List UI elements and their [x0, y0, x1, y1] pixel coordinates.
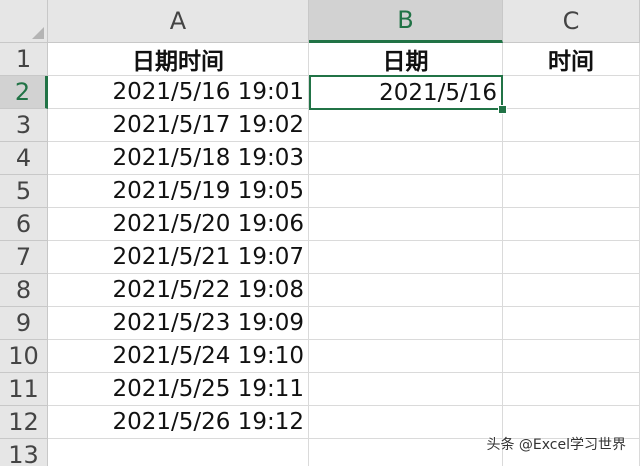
- cell-c4[interactable]: [503, 142, 640, 175]
- row-header-5[interactable]: 5: [0, 175, 48, 208]
- cell-c11[interactable]: [503, 373, 640, 406]
- cell-c2[interactable]: [503, 76, 640, 109]
- cell-c1[interactable]: 时间: [503, 43, 640, 76]
- row-header-13[interactable]: 13: [0, 439, 48, 466]
- row-header-3[interactable]: 3: [0, 109, 48, 142]
- cell-a5[interactable]: 2021/5/19 19:05: [48, 175, 309, 208]
- select-all-corner[interactable]: [0, 0, 48, 43]
- cell-b7[interactable]: [309, 241, 503, 274]
- cell-c6[interactable]: [503, 208, 640, 241]
- cell-c9[interactable]: [503, 307, 640, 340]
- row-header-9[interactable]: 9: [0, 307, 48, 340]
- cell-a13[interactable]: [48, 439, 309, 466]
- cell-a10[interactable]: 2021/5/24 19:10: [48, 340, 309, 373]
- cell-b4[interactable]: [309, 142, 503, 175]
- cell-a3[interactable]: 2021/5/17 19:02: [48, 109, 309, 142]
- row-header-4[interactable]: 4: [0, 142, 48, 175]
- cell-b1[interactable]: 日期: [309, 43, 503, 76]
- cell-c7[interactable]: [503, 241, 640, 274]
- row-header-1[interactable]: 1: [0, 43, 48, 76]
- select-all-triangle-icon: [32, 27, 44, 39]
- cell-a8[interactable]: 2021/5/22 19:08: [48, 274, 309, 307]
- spreadsheet-grid: A B C 1 2 3 4 5 6 7 8 9 10 11 12 13 日期时间…: [0, 0, 640, 466]
- column-header-a[interactable]: A: [48, 0, 309, 43]
- cell-c5[interactable]: [503, 175, 640, 208]
- cell-a7[interactable]: 2021/5/21 19:07: [48, 241, 309, 274]
- cell-a1[interactable]: 日期时间: [48, 43, 309, 76]
- row-header-6[interactable]: 6: [0, 208, 48, 241]
- column-header-b[interactable]: B: [309, 0, 503, 43]
- cell-b11[interactable]: [309, 373, 503, 406]
- row-header-12[interactable]: 12: [0, 406, 48, 439]
- column-header-c[interactable]: C: [503, 0, 640, 43]
- row-header-7[interactable]: 7: [0, 241, 48, 274]
- cell-b5[interactable]: [309, 175, 503, 208]
- cell-a12[interactable]: 2021/5/26 19:12: [48, 406, 309, 439]
- cell-c3[interactable]: [503, 109, 640, 142]
- cell-a2[interactable]: 2021/5/16 19:01: [48, 76, 309, 109]
- fill-handle[interactable]: [498, 105, 507, 114]
- cell-a4[interactable]: 2021/5/18 19:03: [48, 142, 309, 175]
- row-header-2[interactable]: 2: [0, 76, 48, 109]
- cell-b12[interactable]: [309, 406, 503, 439]
- cell-b2-selected[interactable]: 2021/5/16: [309, 75, 503, 110]
- cell-b10[interactable]: [309, 340, 503, 373]
- cell-b13[interactable]: [309, 439, 503, 466]
- cell-b8[interactable]: [309, 274, 503, 307]
- cell-a11[interactable]: 2021/5/25 19:11: [48, 373, 309, 406]
- row-header-8[interactable]: 8: [0, 274, 48, 307]
- cell-b3[interactable]: [309, 109, 503, 142]
- cell-a9[interactable]: 2021/5/23 19:09: [48, 307, 309, 340]
- row-header-11[interactable]: 11: [0, 373, 48, 406]
- watermark-text: 头条 @Excel学习世界: [486, 437, 626, 453]
- row-header-10[interactable]: 10: [0, 340, 48, 373]
- cell-c8[interactable]: [503, 274, 640, 307]
- cell-a6[interactable]: 2021/5/20 19:06: [48, 208, 309, 241]
- cell-b9[interactable]: [309, 307, 503, 340]
- cell-b6[interactable]: [309, 208, 503, 241]
- cell-c10[interactable]: [503, 340, 640, 373]
